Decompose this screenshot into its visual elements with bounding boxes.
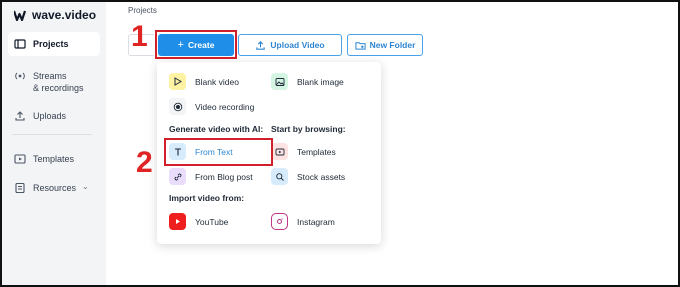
menu-item-video-recording[interactable]: Video recording [169, 98, 254, 115]
menu-item-label: YouTube [195, 216, 229, 227]
menu-item-instagram[interactable]: Instagram [271, 213, 335, 230]
broadcast-icon [15, 72, 25, 80]
menu-item-label: From Text [195, 146, 233, 157]
menu-item-from-text[interactable]: From Text [169, 143, 233, 160]
sidebar-item-label: Uploads [33, 111, 67, 121]
app-logo[interactable]: wave.video [14, 8, 96, 22]
folder-plus-icon [355, 41, 366, 50]
sidebar-item-resources[interactable]: Resources ⌄ [8, 176, 100, 200]
sidebar-label-line1: Streams [33, 71, 67, 81]
templates-icon [14, 154, 26, 164]
sidebar-divider [12, 134, 92, 135]
upload-video-label: Upload Video [270, 40, 325, 50]
new-folder-label: New Folder [369, 40, 416, 50]
menu-item-label: Blank video [195, 76, 239, 87]
upload-icon [15, 111, 25, 121]
sidebar-item-label: Resources [33, 183, 77, 193]
new-folder-button[interactable]: New Folder [347, 34, 423, 56]
sidebar-item-label: Streams & recordings [33, 70, 84, 94]
menu-item-youtube[interactable]: YouTube [169, 213, 228, 230]
create-button-label: Create [187, 40, 215, 50]
app-name: wave.video [32, 8, 97, 22]
play-icon [169, 73, 186, 90]
sidebar: wave.video Projects Streams & recordings… [2, 2, 106, 285]
menu-item-stock-assets[interactable]: Stock assets [271, 168, 345, 185]
menu-item-label: Video recording [195, 101, 255, 112]
upload-icon [256, 40, 266, 50]
search-icon [271, 168, 288, 185]
instagram-icon [271, 213, 288, 230]
menu-item-from-blog-post[interactable]: From Blog post [169, 168, 253, 185]
sidebar-label-line2: & recordings [33, 83, 84, 93]
menu-item-label: Instagram [297, 216, 335, 227]
menu-item-label: Stock assets [297, 171, 346, 182]
menu-item-label: Blank image [297, 76, 344, 87]
sidebar-item-uploads[interactable]: Uploads [8, 104, 100, 128]
sidebar-item-templates[interactable]: Templates [8, 147, 100, 171]
create-button[interactable]: + Create [158, 34, 234, 56]
youtube-icon [169, 213, 186, 230]
menu-item-blank-video[interactable]: Blank video [169, 73, 239, 90]
step-2-annotation: 2 [136, 146, 153, 179]
sidebar-item-label: Templates [33, 154, 75, 164]
ai-section-heading: Generate video with AI: [169, 124, 264, 134]
link-icon [169, 168, 186, 185]
breadcrumb[interactable]: Projects [128, 6, 157, 15]
text-icon [169, 143, 186, 160]
plus-icon: + [177, 39, 184, 51]
menu-item-templates[interactable]: Templates [271, 143, 336, 160]
record-icon [169, 98, 186, 115]
menu-item-label: From Blog post [195, 171, 253, 182]
chevron-down-icon: ⌄ [82, 182, 89, 191]
import-section-heading: Import video from: [169, 193, 245, 203]
image-icon [271, 73, 288, 90]
menu-item-label: Templates [297, 146, 336, 157]
document-icon [15, 182, 25, 194]
folder-icon [14, 39, 26, 49]
step-1-annotation: 1 [131, 20, 148, 53]
sidebar-item-label: Projects [33, 39, 69, 49]
templates-icon [271, 143, 288, 160]
upload-video-button[interactable]: Upload Video [238, 34, 342, 56]
sidebar-item-projects[interactable]: Projects [8, 32, 100, 56]
browse-section-heading: Start by browsing: [271, 124, 346, 134]
create-dropdown-menu: Blank video Blank image Video recording … [157, 62, 381, 244]
sidebar-item-streams[interactable]: Streams & recordings [8, 64, 100, 100]
menu-item-blank-image[interactable]: Blank image [271, 73, 344, 90]
wave-logo-icon [14, 10, 27, 21]
